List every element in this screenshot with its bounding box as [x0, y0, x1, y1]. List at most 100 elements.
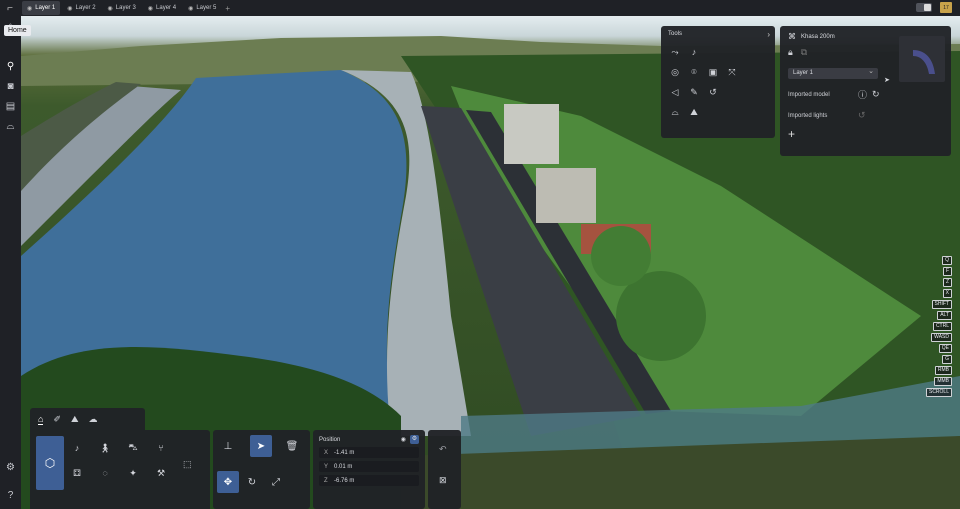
- terrain-category-icon[interactable]: ⛰: [71, 414, 79, 425]
- object-name: Khasa 200m: [801, 33, 835, 40]
- lock-icon[interactable]: 🔒︎: [788, 47, 793, 58]
- select-arrow-button[interactable]: ➤: [250, 435, 272, 457]
- undo-icon[interactable]: ↺: [858, 110, 872, 121]
- help-icon[interactable]: ?: [0, 485, 21, 505]
- brush-category-icon[interactable]: ✐: [53, 414, 61, 425]
- thumbnail-image: [913, 50, 935, 74]
- focus-icon[interactable]: ⌾: [687, 65, 701, 79]
- weather-category-icon[interactable]: ☁: [89, 414, 98, 425]
- drop-to-ground-icon[interactable]: ⊥: [217, 435, 239, 457]
- keyboard-hints: Q F Z X SHIFT ALT CTRL WASD QE G RMB MMB…: [925, 256, 952, 397]
- expand-icon[interactable]: ⤧: [725, 65, 739, 79]
- tab-label: Layer 4: [156, 5, 177, 11]
- scale-icon[interactable]: ⤢: [265, 471, 287, 493]
- layer-icon: ⌘: [788, 32, 796, 41]
- undo-icon[interactable]: ↶: [439, 444, 447, 455]
- eye-icon[interactable]: ◉: [188, 5, 193, 12]
- key-hint: G: [942, 355, 952, 364]
- selection-icon[interactable]: ⬚: [183, 459, 192, 470]
- pointer-icon[interactable]: ➤: [884, 76, 890, 84]
- tab-layer-3[interactable]: ◉ Layer 3: [103, 1, 141, 15]
- app-logo-icon[interactable]: ⌐: [0, 0, 20, 16]
- position-header: Position ◉ ⚙: [319, 435, 419, 444]
- left-sidebar: ⌂ ⚲ ◙ ▤ ⌓ ⚙ ?: [0, 16, 21, 509]
- coord-y-field[interactable]: Y 0.01 m: [319, 461, 419, 472]
- key-hint: SHIFT: [931, 300, 952, 309]
- tools-title: Tools: [668, 31, 683, 37]
- terrain-icon[interactable]: ⛰: [687, 105, 701, 119]
- furniture-icon[interactable]: ⑂: [154, 441, 168, 455]
- tree: [591, 226, 651, 286]
- frame-icon[interactable]: ▣: [706, 65, 720, 79]
- object-library: ⬡ ♪ 🚶︎ ⛍ ⑂ ⚃ ◌ ✦ ⚒ ⬚: [30, 430, 210, 509]
- car-icon[interactable]: ⛍: [126, 441, 140, 455]
- clear-selection-icon[interactable]: ⊠: [439, 475, 447, 486]
- bulb-icon[interactable]: ◌: [98, 466, 112, 480]
- sound-icon[interactable]: ◁: [668, 85, 682, 99]
- undo-icon[interactable]: ↺: [706, 85, 720, 99]
- calendar-icon[interactable]: 17: [940, 2, 952, 13]
- axis-label: Y: [324, 463, 329, 470]
- coord-value: -6.76 m: [334, 477, 355, 484]
- eye-icon[interactable]: ◉: [108, 5, 113, 12]
- properties-panel: ⌘ Khasa 200m 🔒︎ ⧉ Layer 1 ➤ Imported mod…: [780, 26, 951, 156]
- tab-layer-4[interactable]: ◉ Layer 4: [143, 1, 181, 15]
- imported-lights-row: Imported lights ↺: [788, 110, 943, 121]
- gallery-icon[interactable]: ▤: [0, 96, 21, 116]
- add-icon[interactable]: +: [788, 127, 943, 141]
- snap-toggle[interactable]: ⚙: [410, 435, 419, 444]
- building-tall: [504, 104, 559, 164]
- refresh-icon[interactable]: ↻: [872, 89, 886, 100]
- vr-headset-icon[interactable]: ⌓: [0, 116, 21, 136]
- edit-icon[interactable]: ✎: [687, 85, 701, 99]
- top-right-controls: 17: [916, 2, 952, 13]
- info-icon[interactable]: ⓘ: [858, 88, 872, 101]
- eye-icon[interactable]: ◉: [27, 5, 32, 12]
- tools-panel: Tools › ⤳ ♪ ◎ ⌾ ▣ ⤧ ◁ ✎ ↺ ⌓ ⛰: [661, 26, 775, 138]
- walk-mode-icon[interactable]: ⚲: [0, 56, 21, 76]
- history-panel: ↶ ⊠: [428, 430, 461, 509]
- effects-icon[interactable]: ✦: [126, 466, 140, 480]
- position-title: Position: [319, 436, 341, 443]
- layer-select[interactable]: Layer 1: [788, 66, 878, 79]
- delete-icon[interactable]: 🗑︎: [281, 435, 303, 457]
- move-button[interactable]: ✥: [217, 471, 239, 493]
- camera-icon[interactable]: ◙: [0, 76, 21, 96]
- person-icon[interactable]: 🚶︎: [98, 441, 112, 455]
- key-hint: CTRL: [932, 322, 952, 331]
- key-hint: X: [942, 289, 952, 298]
- light-icon[interactable]: ♪: [687, 45, 701, 59]
- key-hint: RMB: [934, 366, 952, 375]
- eye-icon[interactable]: ◉: [67, 5, 72, 12]
- coord-z-field[interactable]: Z -6.76 m: [319, 475, 419, 486]
- tool-icon[interactable]: ⚒: [154, 466, 168, 480]
- view-toggle[interactable]: [916, 3, 932, 12]
- replace-icon[interactable]: ⧉: [801, 47, 807, 58]
- building-mid: [536, 168, 596, 223]
- tab-layer-2[interactable]: ◉ Layer 2: [62, 1, 100, 15]
- coord-x-field[interactable]: X -1.41 m: [319, 447, 419, 458]
- rotate-icon[interactable]: ↻: [241, 471, 263, 493]
- category-tabs: ⌂ ✐ ⛰ ☁: [30, 408, 145, 430]
- add-layer-icon[interactable]: +: [225, 4, 230, 13]
- axis-label: X: [324, 449, 329, 456]
- visibility-icon[interactable]: ◎: [668, 65, 682, 79]
- key-hint: QE: [938, 344, 952, 353]
- ground-icon[interactable]: ⌓: [668, 105, 682, 119]
- path-icon[interactable]: ⤳: [668, 45, 682, 59]
- light-icon[interactable]: ♪: [70, 441, 84, 455]
- settings-icon[interactable]: ⚙: [0, 457, 21, 477]
- home-category-icon[interactable]: ⌂: [38, 414, 44, 425]
- eye-icon[interactable]: ◉: [401, 436, 406, 443]
- model-import-button[interactable]: ⬡: [36, 436, 64, 490]
- tab-layer-5[interactable]: ◉ Layer 5: [183, 1, 221, 15]
- sidebar-bottom: ⚙ ?: [0, 457, 21, 505]
- chevron-right-icon[interactable]: ›: [767, 30, 770, 39]
- key-hint: F: [942, 267, 952, 276]
- key-hint: ALT: [937, 311, 952, 320]
- imported-lights-label: Imported lights: [788, 112, 828, 119]
- dice-icon[interactable]: ⚃: [70, 466, 84, 480]
- eye-icon[interactable]: ◉: [148, 5, 153, 12]
- tab-layer-1[interactable]: ◉ Layer 1: [22, 1, 61, 15]
- coord-value: -1.41 m: [334, 449, 355, 456]
